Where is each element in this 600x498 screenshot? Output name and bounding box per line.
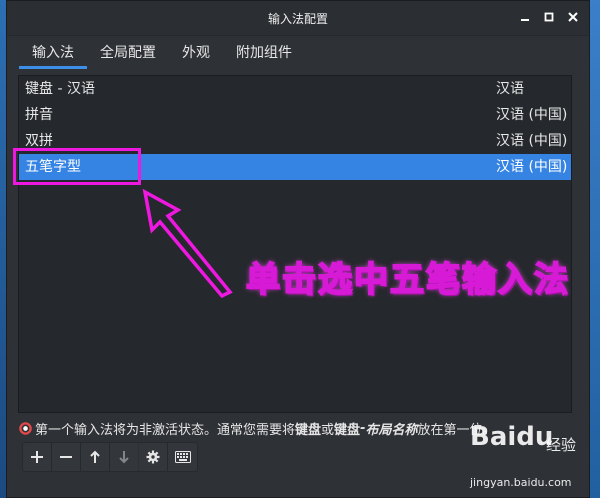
info-icon (19, 422, 32, 435)
move-up-button[interactable] (81, 443, 110, 471)
input-method-name: 键盘 - 汉语 (25, 81, 95, 97)
annotation-arrow-icon (142, 188, 233, 299)
minimize-button[interactable] (517, 9, 533, 25)
remove-button[interactable] (52, 443, 81, 471)
desktop-right-edge (590, 0, 600, 498)
input-method-list[interactable]: 键盘 - 汉语 汉语 拼音 汉语 (中国) 双拼 汉语 (中国) 五笔字型 汉语… (18, 75, 572, 413)
maximize-icon (544, 12, 554, 22)
tab-global-config[interactable]: 全局配置 (87, 39, 169, 69)
close-icon (568, 12, 578, 22)
input-method-name: 拼音 (25, 107, 53, 123)
tab-addons[interactable]: 附加组件 (223, 39, 305, 69)
tab-input-method[interactable]: 输入法 (19, 39, 87, 69)
input-method-language: 汉语 (中国) (496, 107, 568, 123)
tab-bar: 输入法 全局配置 外观 附加组件 (19, 39, 305, 69)
configure-button[interactable] (139, 443, 168, 471)
arrow-up-icon (90, 450, 100, 463)
title-bar[interactable]: 输入法配置 (7, 1, 589, 36)
input-method-config-window: 输入法配置 输入法 全局配置 外观 附加组件 键盘 - 汉语 汉语 拼音 汉语 … (6, 0, 590, 498)
plus-icon (31, 451, 43, 463)
minus-icon (60, 456, 72, 458)
list-toolbar (22, 442, 198, 472)
selection-highlight-box (13, 148, 141, 185)
list-item[interactable]: 拼音 汉语 (中国) (19, 102, 571, 128)
info-message: 第一个输入法将为非激活状态。通常您需要将 键盘或键盘 - 布局名称 放在第一位。 (19, 419, 496, 438)
annotation-text: 单击选中五笔输入法 (245, 259, 570, 301)
close-button[interactable] (565, 9, 581, 25)
minimize-icon (521, 19, 529, 21)
input-method-language: 汉语 (中国) (496, 133, 568, 149)
keyboard-icon (174, 451, 191, 463)
gear-icon (146, 450, 160, 464)
input-method-language: 汉语 (496, 81, 524, 97)
move-down-button[interactable] (110, 443, 139, 471)
tab-appearance[interactable]: 外观 (169, 39, 223, 69)
add-button[interactable] (23, 443, 52, 471)
window-controls (517, 9, 581, 25)
window-title: 输入法配置 (267, 12, 328, 26)
input-method-language: 汉语 (中国) (496, 159, 568, 175)
arrow-down-icon (119, 451, 129, 464)
keyboard-layout-button[interactable] (168, 443, 197, 471)
maximize-button[interactable] (541, 9, 557, 25)
list-item[interactable]: 键盘 - 汉语 汉语 (19, 76, 571, 102)
